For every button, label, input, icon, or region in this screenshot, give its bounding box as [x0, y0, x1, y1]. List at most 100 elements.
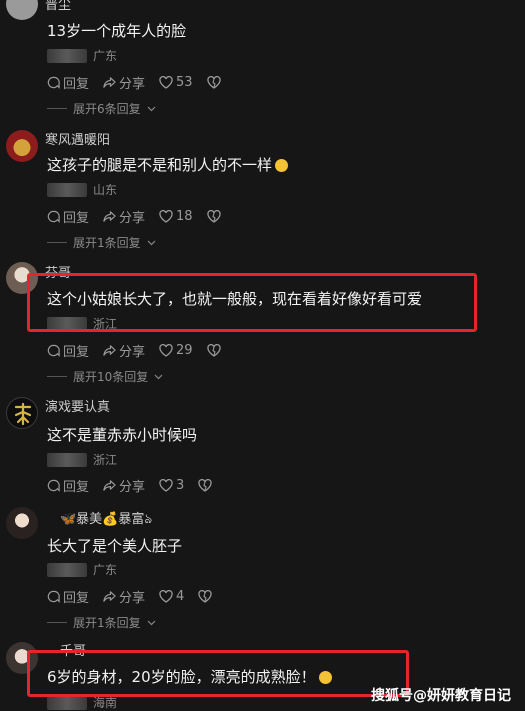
comment-actions: 回复 分享 3 — [47, 476, 226, 495]
blurred-time — [47, 48, 87, 63]
share-label: 分享 — [119, 480, 146, 495]
share-label: 分享 — [119, 591, 146, 606]
avatar[interactable] — [6, 507, 38, 539]
reply-icon — [47, 479, 60, 492]
divider — [47, 622, 67, 623]
broken-heart-icon — [206, 76, 221, 89]
reply-icon — [47, 590, 60, 603]
location-label: 广东 — [93, 49, 118, 63]
reply-button[interactable]: 回复 — [47, 476, 89, 495]
share-button[interactable]: 分享 — [103, 476, 145, 495]
like-button[interactable]: 18 — [159, 209, 193, 224]
smiley-emoji-icon — [275, 159, 289, 172]
expand-label: 展开1条回复 — [73, 236, 141, 250]
share-button[interactable]: 分享 — [103, 73, 145, 92]
reply-icon — [47, 210, 60, 223]
divider — [47, 108, 67, 109]
divider — [47, 242, 67, 243]
like-count: 4 — [176, 589, 185, 604]
comment-location: 山东 — [47, 181, 117, 198]
comment-text: 这孩子的腿是不是和别人的不一样 — [47, 154, 289, 175]
reply-label: 回复 — [63, 591, 90, 606]
dislike-button[interactable] — [206, 344, 221, 357]
blurred-time — [47, 562, 87, 577]
comment-username[interactable]: 演戏要认真 — [45, 396, 110, 415]
reply-button[interactable]: 回复 — [47, 73, 89, 92]
share-button[interactable]: 分享 — [103, 341, 145, 360]
expand-replies[interactable]: 展开10条回复 — [47, 368, 163, 385]
reply-button[interactable]: 回复 — [47, 341, 89, 360]
broken-heart-icon — [206, 210, 221, 223]
comment-username[interactable]: 🦋暴美💰暴富ঌ — [60, 508, 152, 531]
location-label: 浙江 — [93, 453, 118, 467]
comment-location: 广东 — [47, 47, 117, 64]
share-label: 分享 — [119, 345, 146, 360]
comment-actions: 回复 分享 18 — [47, 207, 235, 226]
like-count: 18 — [176, 209, 193, 224]
reply-label: 回复 — [63, 211, 90, 226]
reply-label: 回复 — [63, 77, 90, 92]
share-icon — [103, 591, 116, 602]
comment-text-content: 这孩子的腿是不是和别人的不一样 — [47, 156, 273, 174]
expand-replies[interactable]: 展开1条回复 — [47, 234, 156, 251]
dislike-button[interactable] — [198, 590, 212, 603]
comment-username[interactable]: 寒风遇暖阳 — [45, 129, 110, 148]
watermark: 搜狐号@妍妍教育日记 — [371, 688, 511, 704]
broken-heart-icon — [198, 479, 212, 492]
expand-replies[interactable]: 展开1条回复 — [47, 614, 156, 631]
avatar[interactable] — [6, 0, 38, 20]
blurred-time — [47, 182, 87, 197]
dislike-button[interactable] — [206, 76, 221, 89]
like-button[interactable]: 53 — [159, 75, 193, 90]
location-label: 广东 — [93, 563, 118, 577]
expand-replies[interactable]: 展开6条回复 — [47, 100, 156, 117]
comment-actions: 回复 分享 4 — [47, 587, 226, 606]
heart-icon — [159, 590, 173, 603]
comment-text: 13岁一个成年人的脸 — [47, 22, 187, 40]
share-icon — [103, 345, 116, 356]
comment-actions: 回复 分享 53 — [47, 73, 235, 92]
blurred-time — [47, 695, 87, 710]
comment-text: 长大了是个美人胚子 — [47, 537, 183, 555]
share-icon — [103, 77, 116, 88]
share-icon — [103, 211, 116, 222]
expand-label: 展开10条回复 — [73, 370, 149, 384]
chevron-down-icon — [147, 106, 156, 111]
chevron-down-icon — [147, 240, 156, 245]
broken-heart-icon — [206, 344, 221, 357]
divider — [47, 376, 67, 377]
like-count: 3 — [176, 478, 185, 493]
comment-username[interactable]: 晋尘 — [45, 0, 71, 13]
share-icon — [103, 480, 116, 491]
dislike-button[interactable] — [206, 210, 221, 223]
chevron-down-icon — [154, 374, 163, 379]
heart-icon — [159, 76, 173, 89]
location-label: 山东 — [93, 183, 118, 197]
expand-label: 展开1条回复 — [73, 616, 141, 630]
comment-location: 浙江 — [47, 451, 117, 468]
reply-label: 回复 — [63, 345, 90, 360]
like-count: 29 — [176, 343, 193, 358]
heart-icon — [159, 344, 173, 357]
reply-label: 回复 — [63, 480, 90, 495]
avatar[interactable] — [6, 397, 38, 429]
highlight-box — [27, 273, 477, 332]
highlight-box — [27, 650, 409, 697]
like-button[interactable]: 3 — [159, 478, 184, 493]
like-count: 53 — [176, 75, 193, 90]
like-button[interactable]: 4 — [159, 589, 184, 604]
avatar[interactable] — [6, 130, 38, 162]
heart-icon — [159, 479, 173, 492]
share-button[interactable]: 分享 — [103, 207, 145, 226]
comment-location: 广东 — [47, 561, 117, 578]
expand-label: 展开6条回复 — [73, 102, 141, 116]
share-label: 分享 — [119, 211, 146, 226]
comment-actions: 回复 分享 29 — [47, 341, 235, 360]
share-button[interactable]: 分享 — [103, 587, 145, 606]
reply-button[interactable]: 回复 — [47, 207, 89, 226]
like-button[interactable]: 29 — [159, 343, 193, 358]
reply-button[interactable]: 回复 — [47, 587, 89, 606]
dislike-button[interactable] — [198, 479, 212, 492]
share-label: 分享 — [119, 77, 146, 92]
blurred-time — [47, 452, 87, 467]
